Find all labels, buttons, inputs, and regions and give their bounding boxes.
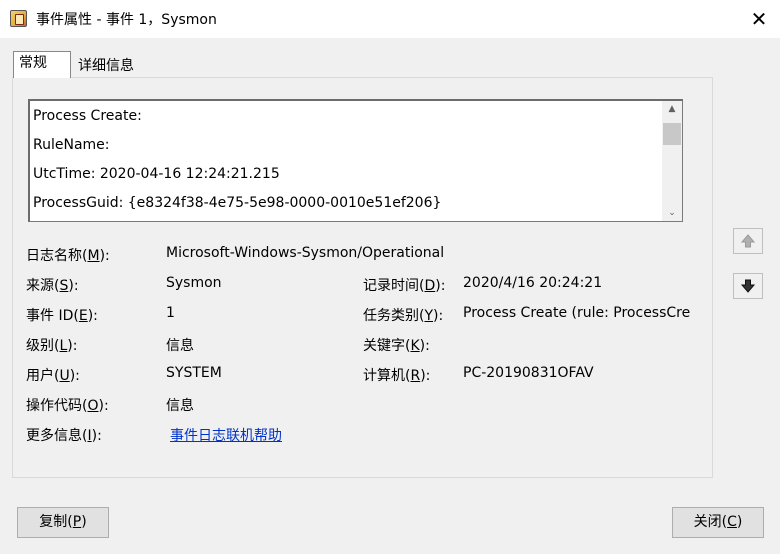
computer-label: 计算机(R):	[363, 368, 431, 384]
previous-event-button[interactable]	[733, 228, 763, 254]
task-category-label: 任务类别(Y):	[363, 308, 444, 324]
event-id-label: 事件 ID(E):	[26, 308, 98, 324]
logged-label: 记录时间(D):	[363, 278, 446, 294]
detail-line: RuleName:	[33, 137, 110, 153]
user-label: 用户(U):	[26, 368, 80, 384]
level-value: 信息	[166, 338, 194, 354]
close-icon[interactable]: ✕	[744, 6, 774, 32]
vertical-scrollbar[interactable]: ▲ ⌄	[662, 101, 682, 221]
title-bar: 事件属性 - 事件 1，Sysmon ✕	[0, 0, 780, 38]
user-value: SYSTEM	[166, 365, 222, 381]
detail-line: UtcTime: 2020-04-16 12:24:21.215	[33, 166, 280, 182]
online-help-link[interactable]: 事件日志联机帮助	[170, 425, 282, 445]
computer-value: PC-20190831OFAV	[463, 365, 594, 381]
scroll-thumb[interactable]	[663, 123, 681, 145]
source-label: 来源(S):	[26, 278, 79, 294]
scroll-up-icon[interactable]: ▲	[662, 101, 682, 118]
scroll-down-icon[interactable]: ⌄	[662, 205, 682, 221]
level-label: 级别(L):	[26, 338, 78, 354]
opcode-value: 信息	[166, 398, 194, 414]
source-value: Sysmon	[166, 275, 222, 291]
log-name-value: Microsoft-Windows-Sysmon/Operational	[166, 245, 445, 261]
detail-line: ProcessGuid: {e8324f38-4e75-5e98-0000-00…	[33, 195, 442, 211]
close-button[interactable]: 关闭(C)	[672, 507, 764, 538]
copy-button[interactable]: 复制(P)	[17, 507, 109, 538]
detail-line: Process Create:	[33, 108, 142, 124]
more-info-label: 更多信息(I):	[26, 428, 102, 444]
task-category-value: Process Create (rule: ProcessCreat	[463, 305, 690, 321]
keywords-label: 关键字(K):	[363, 338, 430, 354]
event-viewer-icon	[10, 10, 27, 27]
event-description-box[interactable]: Process Create: RuleName: UtcTime: 2020-…	[28, 99, 683, 222]
log-name-label: 日志名称(M):	[26, 248, 110, 264]
event-id-value: 1	[166, 305, 175, 321]
window-title: 事件属性 - 事件 1，Sysmon	[36, 12, 217, 28]
arrow-down-icon	[740, 279, 756, 293]
logged-value: 2020/4/16 20:24:21	[463, 275, 603, 291]
next-event-button[interactable]	[733, 273, 763, 299]
opcode-label: 操作代码(O):	[26, 398, 109, 414]
tab-general[interactable]: 常规	[13, 51, 71, 78]
arrow-up-icon	[740, 234, 756, 248]
tab-details[interactable]: 详细信息	[74, 55, 138, 80]
